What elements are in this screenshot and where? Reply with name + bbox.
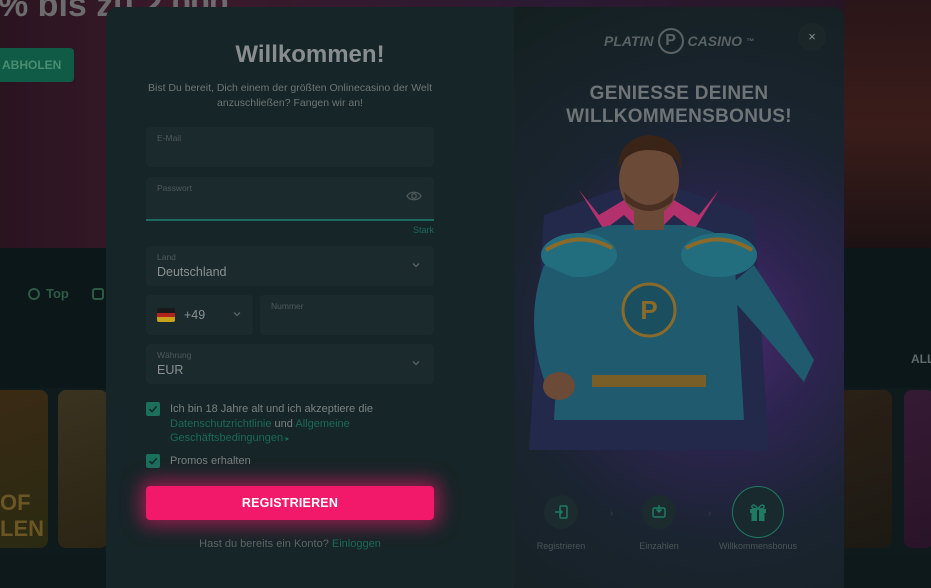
- top-icon: [28, 287, 40, 300]
- step-welcome-bonus: Willkommensbonus: [718, 486, 798, 551]
- germany-flag-icon: [157, 308, 175, 322]
- logo-right-text: CASINO: [687, 33, 742, 49]
- gift-icon: [750, 504, 766, 521]
- currency-label: Währung: [157, 350, 192, 360]
- step-register-circle: [544, 495, 578, 529]
- enter-icon: [555, 505, 568, 519]
- welcome-subtitle: Bist Du bereit, Dich einem der größten O…: [147, 82, 433, 109]
- logo-badge-icon: P: [657, 28, 684, 54]
- country-value: Deutschland: [157, 265, 227, 279]
- privacy-policy-link[interactable]: Datenschutzrichtlinie: [170, 418, 272, 430]
- terms-checkbox-row: Ich bin 18 Jahre alt und ich akzeptiere …: [146, 402, 434, 447]
- promos-label: Promos erhalten: [170, 455, 251, 467]
- password-field[interactable]: Passwort: [146, 177, 434, 221]
- register-button[interactable]: REGISTRIEREN: [146, 486, 434, 520]
- terms-and: und: [271, 417, 296, 430]
- tab-top-label: Top: [46, 286, 69, 301]
- currency-value: EUR: [157, 363, 184, 377]
- game-tile[interactable]: [58, 390, 108, 548]
- country-select[interactable]: Land Deutschland: [146, 246, 434, 286]
- step-deposit: Einzahlen: [619, 495, 699, 551]
- game-tile-title: OF LEN: [0, 490, 44, 541]
- phone-number-field[interactable]: Nummer: [260, 295, 434, 335]
- step-bonus-circle: [732, 486, 784, 538]
- game-tile[interactable]: [904, 390, 931, 548]
- step-arrow-2: ›: [708, 508, 712, 519]
- password-strength: Stark: [412, 225, 434, 235]
- category-icon[interactable]: [92, 288, 104, 300]
- eye-icon[interactable]: [406, 189, 422, 203]
- step-arrow-1: ›: [610, 508, 614, 519]
- chevron-down-icon: [412, 361, 420, 366]
- promo-headline-line1: GENIESSE DEINEN: [589, 83, 769, 104]
- all-games-link[interactable]: ALL: [911, 352, 931, 366]
- phone-label: Nummer: [271, 301, 304, 311]
- promos-checkbox-row: Promos erhalten: [146, 454, 434, 469]
- step-deposit-label: Einzahlen: [639, 541, 679, 551]
- logo-tm: ™: [745, 36, 754, 46]
- terms-checkbox[interactable]: [146, 402, 160, 416]
- claim-bonus-button[interactable]: ABHOLEN: [0, 48, 74, 82]
- casino-logo: PLATIN P CASINO ™: [514, 28, 844, 54]
- svg-text:P: P: [640, 295, 657, 325]
- hero-art: [844, 0, 931, 248]
- terms-arrow: ▸: [283, 434, 290, 443]
- bonus-steps: Registrieren › Einzahlen › Willkommensbo…: [514, 486, 844, 565]
- deposit-icon: [652, 505, 666, 518]
- checkmark-icon: [148, 405, 158, 413]
- tab-top[interactable]: Top: [28, 286, 69, 301]
- chevron-down-icon: [412, 263, 420, 268]
- game-tile[interactable]: [838, 390, 892, 548]
- currency-select[interactable]: Währung EUR: [146, 344, 434, 384]
- phone-code-value: +49: [184, 308, 206, 322]
- step-register-label: Registrieren: [536, 541, 586, 551]
- welcome-title: Willkommen!: [235, 41, 385, 68]
- password-label: Passwort: [157, 183, 192, 193]
- email-label: E-Mail: [157, 133, 182, 143]
- login-link[interactable]: Einloggen: [332, 538, 381, 550]
- superhero-mascot-image: P: [529, 135, 814, 450]
- step-deposit-circle: [642, 495, 676, 529]
- terms-prefix: Ich bin 18 Jahre alt und ich akzeptiere …: [170, 403, 374, 415]
- login-prompt: Hast du bereits ein Konto? Einloggen: [146, 538, 434, 550]
- phone-code-select[interactable]: +49: [146, 295, 253, 335]
- step-register: Registrieren: [521, 495, 601, 551]
- email-field[interactable]: E-Mail: [146, 127, 434, 167]
- logo-left-text: PLATIN: [604, 33, 654, 49]
- terms-text: Ich bin 18 Jahre alt und ich akzeptiere …: [170, 402, 434, 447]
- country-label: Land: [157, 252, 176, 262]
- checkmark-icon: [148, 457, 158, 465]
- step-bonus-label: Willkommensbonus: [718, 541, 798, 551]
- chevron-down-icon: [233, 312, 241, 317]
- promos-checkbox[interactable]: [146, 454, 160, 468]
- login-prompt-text: Hast du bereits ein Konto?: [199, 538, 332, 550]
